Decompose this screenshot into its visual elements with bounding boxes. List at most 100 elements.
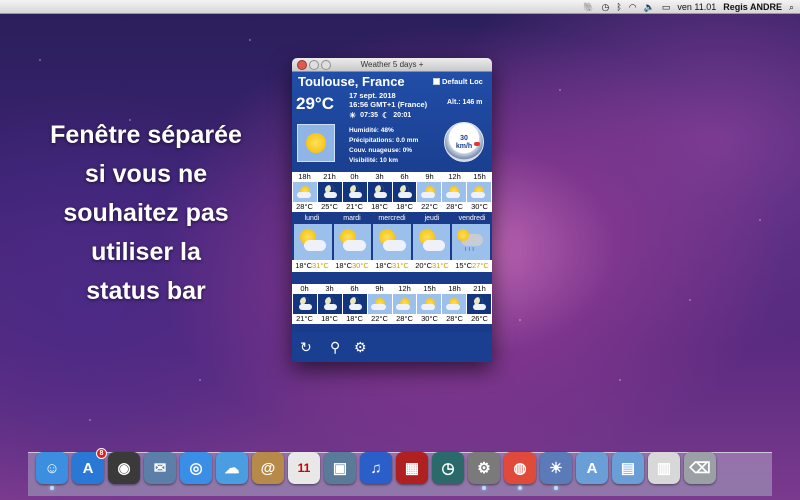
default-location-checkbox[interactable]: Default Loc [433, 77, 483, 86]
cloud-shape [396, 304, 411, 310]
rain-drops: ı ı ı [464, 246, 475, 253]
cloud-shape [298, 304, 313, 310]
hour-label: 0h [350, 172, 359, 181]
dock-photo-booth-icon[interactable]: ▦ [396, 452, 428, 484]
partly-sunny-icon [294, 224, 332, 260]
hour-label: 3h [325, 284, 334, 293]
evernote-icon[interactable]: 🐘 [583, 0, 594, 14]
sunny-icon [297, 124, 335, 162]
day-temperature: 18°C30°C [332, 260, 372, 272]
current-time: 16:56 GMT+1 (France) [349, 100, 428, 109]
hour-temperature: 21°C [346, 202, 363, 211]
hour-temperature: 21°C [296, 314, 313, 323]
daily-forecast: lundi mardi mercredi jeudi vendredi ı ı ı 18… [292, 214, 492, 272]
dock-app-store-icon[interactable]: A8 [72, 448, 107, 484]
dock-documents-folder-icon[interactable]: ▤ [612, 452, 644, 484]
visibility: Visibilité: 10 km [349, 157, 399, 164]
volume-icon[interactable]: 🔈 [644, 0, 655, 14]
hour-temperature: 18°C [346, 314, 363, 323]
dock-applications-folder-icon[interactable]: A [576, 452, 608, 484]
day-temperature: 20°C31°C [412, 260, 452, 272]
default-location-label: Default Loc [442, 77, 483, 86]
sun-shape [456, 229, 469, 241]
hour-label: 0h [300, 284, 309, 293]
dock-safari-icon[interactable]: ◎ [180, 452, 212, 484]
window-toolbar: ↻ ⚲ ⚙ [292, 332, 492, 362]
cloud-shape [398, 192, 412, 198]
bluetooth-icon[interactable]: ᛒ [616, 0, 621, 14]
sunrise-time: 07:35 [360, 112, 379, 119]
dock-finder-icon[interactable]: ☺ [36, 452, 68, 490]
hour-temperature: 28°C [446, 314, 463, 323]
sun-times: ☀ 07:35 ☾ 20:01 [349, 111, 411, 120]
promo-caption: Fenêtre séparée si vous ne souhaitez pas… [18, 116, 274, 311]
dock-ichat-icon[interactable]: ☁ [216, 452, 248, 484]
dock-time-machine-icon[interactable]: ◷ [432, 452, 464, 484]
dock-ical-icon[interactable]: 11 [288, 452, 320, 484]
dock-system-preferences-icon[interactable]: ⚙ [468, 452, 500, 490]
weather-details: Humidité: 48% Précipitations: 0.0 mm Cou… [349, 126, 418, 166]
cloud-shape [420, 192, 436, 198]
search-icon[interactable]: ⚲ [330, 337, 340, 357]
dock-weather-icon[interactable]: ☀ [540, 452, 572, 490]
hour-label: 3h [375, 172, 384, 181]
caption-line: status bar [86, 277, 206, 305]
day-high: 27°C [472, 261, 489, 270]
hour-labels: 0h 3h 6h 9h 12h 15h 18h 21h [292, 284, 492, 294]
dock-trash-icon[interactable]: ⌫ [684, 452, 716, 484]
cloud-shape [420, 304, 436, 310]
battery-icon[interactable]: ▭ [662, 0, 671, 14]
hour-temperatures: 21°C 18°C 18°C 22°C 28°C 30°C 28°C 26°C [292, 314, 492, 324]
menubar-clock[interactable]: ven 11.01 [677, 0, 716, 14]
time-machine-icon[interactable]: ◷ [602, 0, 610, 14]
cloud-shape [296, 192, 311, 198]
dock-downloads-stack-icon[interactable]: ▥ [648, 452, 680, 484]
hour-label: 12h [398, 284, 411, 293]
day-high: 31°C [392, 261, 409, 270]
running-indicator [50, 486, 54, 490]
caption-line: Fenêtre séparée [50, 121, 242, 149]
dock-iphoto-icon[interactable]: ▣ [324, 452, 356, 484]
hour-temperature: 28°C [396, 314, 413, 323]
spotlight-icon[interactable]: ⌕ [789, 0, 794, 14]
sunrise-icon: ☀ [349, 111, 357, 120]
window-titlebar[interactable]: Weather 5 days + [292, 58, 492, 72]
cloud-shape [323, 304, 337, 310]
night-cloud-icon [467, 294, 491, 314]
hourly-forecast-tomorrow: 0h 3h 6h 9h 12h 15h 18h 21h 21°C 18°C 18°C 22°C 28°… [292, 284, 492, 324]
hour-label: 15h [423, 284, 436, 293]
hour-label: 12h [448, 172, 461, 181]
cloud-shape [343, 240, 366, 251]
night-cloud-icon [342, 294, 367, 314]
dock-mail-icon[interactable]: ✉ [144, 452, 176, 484]
wifi-icon[interactable]: ◠ [629, 0, 637, 14]
checkbox-box[interactable] [433, 78, 440, 85]
cloud-shape [422, 240, 446, 251]
hour-temperature: 22°C [371, 314, 388, 323]
partly-sunny-icon [442, 294, 467, 314]
cloud-shape [371, 304, 386, 310]
refresh-icon[interactable]: ↻ [300, 337, 312, 357]
night-cloud-icon [317, 182, 342, 202]
day-low: 20°C [415, 261, 432, 270]
dock-chrome-icon[interactable]: ◍ [504, 452, 536, 490]
partly-sunny-icon [367, 294, 392, 314]
hour-temperature: 28°C [446, 202, 463, 211]
hour-temperature: 30°C [421, 314, 438, 323]
day-high: 30°C [352, 261, 369, 270]
gear-icon[interactable]: ⚙ [354, 337, 367, 357]
day-low: 18°C [335, 261, 352, 270]
dock-itunes-icon[interactable]: ♫ [360, 452, 392, 484]
day-temperatures: 18°C31°C 18°C30°C 18°C31°C 20°C31°C 15°C27°C [292, 260, 492, 272]
cloud-cover: Couv. nuageuse: 0% [349, 147, 413, 154]
menubar-user[interactable]: Regis ANDRE [723, 0, 782, 14]
hour-label: 18h [298, 172, 311, 181]
hour-temperature: 25°C [321, 202, 338, 211]
hour-label: 21h [323, 172, 336, 181]
window-title: Weather 5 days + [360, 60, 424, 69]
partly-sunny-icon [417, 182, 442, 202]
dock-address-book-icon[interactable]: @ [252, 452, 284, 484]
dock-dashboard-icon[interactable]: ◉ [108, 452, 140, 484]
cloud-shape [382, 240, 406, 251]
cloud-shape [470, 192, 486, 198]
